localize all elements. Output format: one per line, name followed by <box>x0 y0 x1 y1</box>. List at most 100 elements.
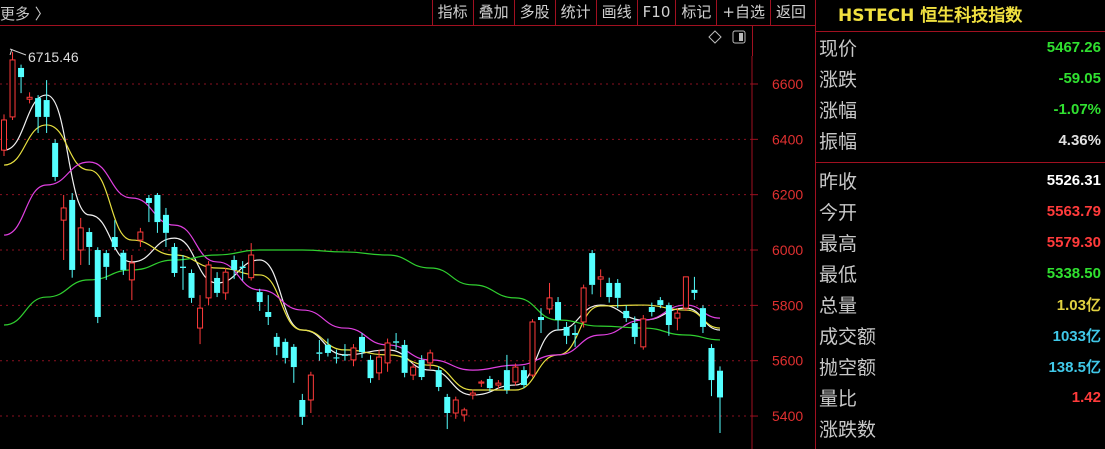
candle-body <box>597 276 604 280</box>
candle-body <box>435 370 442 387</box>
candle-body <box>350 347 357 361</box>
quote-row: 涨跌数 <box>816 413 1105 444</box>
candle-body <box>248 254 255 279</box>
candle-body <box>154 194 161 223</box>
candle-body <box>674 312 681 319</box>
candle-body <box>461 409 468 416</box>
candle <box>214 272 221 298</box>
candle <box>597 269 604 298</box>
draw-line-button[interactable]: 画线 <box>595 0 637 26</box>
candle <box>529 319 536 378</box>
candle-body <box>580 287 587 323</box>
candle <box>9 51 16 120</box>
candle <box>94 247 101 324</box>
multi-stock-button[interactable]: 多股 <box>513 0 555 26</box>
candle <box>77 217 84 265</box>
candle <box>606 277 613 303</box>
candle <box>520 366 527 389</box>
quote-row: 振幅 4.36% <box>816 125 1105 156</box>
high-price-label: 6715.46 <box>28 49 79 65</box>
quote-label: 现价 <box>819 38 858 60</box>
candle <box>256 288 263 311</box>
candle <box>197 295 204 345</box>
indicator-button[interactable]: 指标 <box>431 0 473 26</box>
candle <box>435 366 442 392</box>
candle <box>546 282 553 314</box>
y-tick-label: 6600 <box>772 76 803 92</box>
quote-row: 涨幅 -1.07% <box>816 94 1105 125</box>
y-tick-label: 6400 <box>772 131 803 147</box>
candle <box>589 250 596 295</box>
f10-button[interactable]: F10 <box>636 0 676 26</box>
candle-body <box>205 264 212 299</box>
overlay-button[interactable]: 叠加 <box>472 0 514 26</box>
candle-body <box>708 347 715 381</box>
quote-label: 最高 <box>819 233 858 255</box>
panel-toggle-icon[interactable] <box>732 30 746 44</box>
y-tick-label: 6000 <box>772 242 803 258</box>
candle-body <box>290 346 297 368</box>
quote-label: 涨跌 <box>819 69 858 91</box>
candle-body <box>546 297 553 310</box>
candle-body <box>563 326 570 336</box>
quote-label: 量比 <box>819 388 858 410</box>
candle <box>614 279 621 309</box>
quote-label: 昨收 <box>819 171 858 193</box>
candle-body <box>77 227 84 251</box>
candle-body <box>18 67 25 78</box>
candle <box>154 193 161 233</box>
candle-body <box>640 318 647 348</box>
candle-body <box>9 59 16 118</box>
candle <box>205 261 212 306</box>
candle-body <box>512 366 519 383</box>
quote-row: 现价 5467.26 <box>816 32 1105 63</box>
quote-panel: HSTECH 恒生科技指数 现价 5467.26 涨跌 -59.05 涨幅 -1.07% 振… <box>815 0 1105 449</box>
quote-row: 最低 5338.50 <box>816 258 1105 289</box>
candle-body <box>43 100 50 117</box>
candle-body <box>333 357 340 359</box>
candle <box>299 393 306 425</box>
candle <box>137 227 144 247</box>
candle-body <box>648 307 655 313</box>
candle-body <box>367 359 374 379</box>
mark-button[interactable]: 标记 <box>675 0 716 26</box>
high-marker: 6715.46 <box>9 48 79 65</box>
candle-body <box>111 237 118 247</box>
candle-body <box>682 276 689 309</box>
candle-body <box>1 119 7 151</box>
more-menu-button[interactable]: 更多 〉 <box>0 3 50 24</box>
candle <box>410 363 417 381</box>
candle-body <box>26 96 33 100</box>
candle-body <box>282 341 289 358</box>
candle-body <box>427 352 434 364</box>
toolbar-buttons: 指标 叠加 多股 统计 画线 F10 标记 +自选 返回 <box>431 0 811 26</box>
candle-body <box>128 262 135 281</box>
candle <box>691 276 698 300</box>
candle-body <box>273 336 280 347</box>
candle-body <box>623 310 630 319</box>
candle <box>350 344 357 367</box>
quote-group-price: 现价 5467.26 涨跌 -59.05 涨幅 -1.07% 振幅 4.36% <box>816 32 1105 156</box>
candle-body <box>520 370 527 386</box>
quote-value: 5579.30 <box>1046 234 1101 251</box>
candle-body <box>478 381 485 384</box>
add-watchlist-button[interactable]: +自选 <box>716 0 770 26</box>
candle <box>708 344 715 397</box>
candle-body <box>717 370 723 398</box>
back-button[interactable]: 返回 <box>769 0 811 26</box>
quote-value: 4.36% <box>1058 132 1101 149</box>
candle <box>486 375 493 392</box>
candle <box>444 393 451 430</box>
quote-label: 涨跌数 <box>819 419 877 441</box>
quote-value: 1033亿 <box>1052 328 1101 345</box>
statistics-button[interactable]: 统计 <box>554 0 596 26</box>
candle <box>401 339 408 378</box>
quote-row: 今开 5563.79 <box>816 196 1105 227</box>
diamond-icon[interactable] <box>708 30 722 44</box>
candle <box>512 363 519 386</box>
candlestick-chart[interactable]: 6600 6400 6200 6000 5800 5600 5400 6715.46 <box>0 26 815 449</box>
candle-body <box>589 253 596 285</box>
candle <box>563 321 570 345</box>
candle-body <box>239 266 246 269</box>
candle <box>290 344 297 383</box>
